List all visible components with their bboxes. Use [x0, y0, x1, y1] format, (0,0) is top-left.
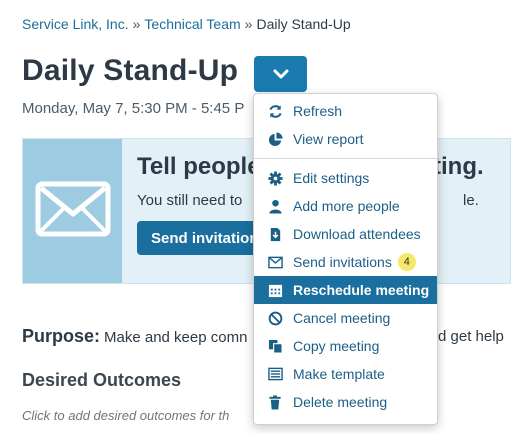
envelope-icon: [35, 181, 111, 242]
menu-item-label: Cancel meeting: [293, 310, 391, 326]
chevron-down-icon: [273, 68, 289, 80]
menu-item-refresh[interactable]: Refresh: [254, 97, 437, 125]
banner-heading-tail: ting.: [433, 153, 484, 180]
menu-divider: [254, 158, 437, 159]
menu-item-label: Make template: [293, 366, 385, 382]
trash-icon: [267, 394, 283, 410]
pie-chart-icon: [267, 131, 283, 147]
invitation-count-badge: 4: [397, 253, 416, 271]
desired-outcomes-placeholder[interactable]: Click to add desired outcomes for th: [22, 408, 229, 423]
menu-item-view-report[interactable]: View report: [254, 125, 437, 153]
banner-text: You still need to: [137, 192, 243, 209]
menu-item-add-more-people[interactable]: Add more people: [254, 192, 437, 220]
menu-item-copy-meeting[interactable]: Copy meeting: [254, 332, 437, 360]
ban-icon: [267, 310, 283, 326]
meeting-actions-toggle-button[interactable]: [254, 56, 307, 92]
download-icon: [267, 226, 283, 242]
copy-icon: [267, 338, 283, 354]
menu-item-label: View report: [293, 131, 364, 147]
banner-heading: Tell people: [137, 153, 261, 180]
menu-item-label: Download attendees: [293, 226, 421, 242]
purpose-text: Make and keep comn: [104, 329, 248, 346]
breadcrumb-link-company[interactable]: Service Link, Inc.: [22, 16, 129, 32]
menu-item-delete-meeting[interactable]: Delete meeting: [254, 388, 437, 416]
purpose-label: Purpose:: [22, 326, 101, 346]
calendar-icon: [267, 282, 283, 298]
menu-item-label: Add more people: [293, 198, 400, 214]
breadcrumb-current: Daily Stand-Up: [256, 16, 351, 32]
purpose[interactable]: Purpose: Make and keep comn: [22, 326, 247, 347]
meeting-actions-menu: Refresh View report Edit settings Add mo…: [253, 93, 438, 425]
template-icon: [267, 366, 283, 382]
page-title: Daily Stand-Up: [22, 54, 239, 87]
user-icon: [267, 198, 283, 214]
menu-item-send-invitations[interactable]: Send invitations 4: [254, 248, 437, 276]
menu-item-label: Send invitations: [293, 254, 392, 270]
menu-item-label: Copy meeting: [293, 338, 380, 354]
breadcrumb-separator: »: [244, 16, 253, 32]
banner-text-tail: le.: [463, 192, 479, 209]
desired-outcomes-heading: Desired Outcomes: [22, 370, 182, 390]
menu-item-make-template[interactable]: Make template: [254, 360, 437, 388]
banner-icon-box: [23, 139, 122, 283]
meeting-time: Monday, May 7, 5:30 PM - 5:45 P: [22, 100, 245, 117]
menu-item-edit-settings[interactable]: Edit settings: [254, 164, 437, 192]
menu-item-label: Refresh: [293, 103, 343, 119]
envelope-icon: [267, 254, 283, 270]
breadcrumb: Service Link, Inc.» Technical Team» Daily …: [22, 16, 351, 32]
refresh-icon: [267, 103, 283, 119]
menu-item-download-attendees[interactable]: Download attendees: [254, 220, 437, 248]
purpose-text-tail: d get help: [438, 328, 504, 345]
gear-icon: [267, 170, 283, 186]
menu-item-label: Edit settings: [293, 170, 370, 186]
breadcrumb-separator: »: [132, 16, 141, 32]
menu-item-label: Delete meeting: [293, 394, 388, 410]
menu-item-reschedule-meeting[interactable]: Reschedule meeting: [254, 276, 437, 304]
menu-item-label: Reschedule meeting: [293, 282, 430, 298]
breadcrumb-link-team[interactable]: Technical Team: [144, 16, 240, 32]
menu-item-cancel-meeting[interactable]: Cancel meeting: [254, 304, 437, 332]
